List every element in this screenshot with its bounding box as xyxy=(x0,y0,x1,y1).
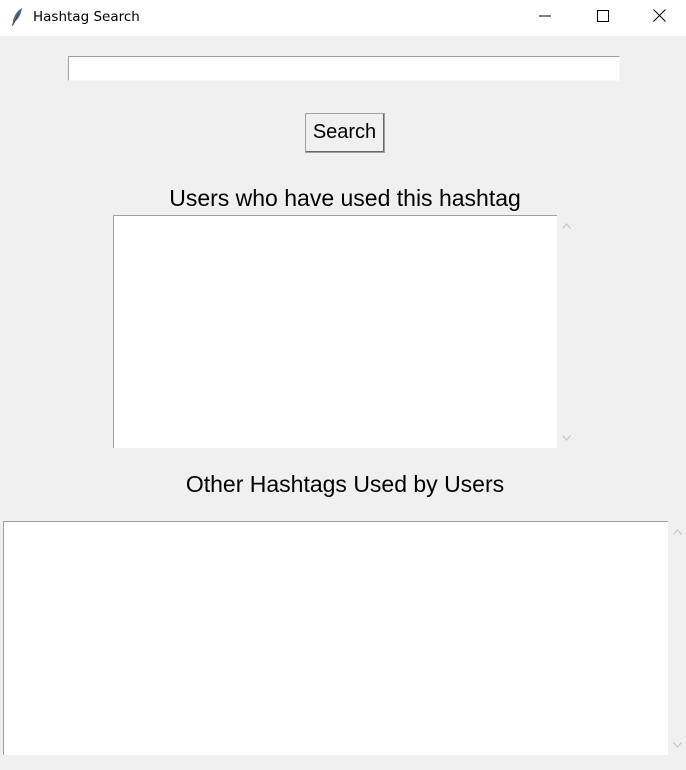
feather-icon xyxy=(10,7,24,27)
other-hashtags-scrollbar[interactable] xyxy=(669,521,686,755)
other-hashtags-section-label: Other Hashtags Used by Users xyxy=(185,471,505,497)
users-scrollbar[interactable] xyxy=(558,215,575,448)
maximize-icon xyxy=(597,9,609,27)
minimize-button[interactable] xyxy=(516,0,574,36)
minimize-icon xyxy=(539,9,551,27)
search-button[interactable]: Search xyxy=(305,113,385,153)
hashtag-search-input[interactable] xyxy=(68,56,620,81)
title-bar: Hashtag Search xyxy=(0,0,686,36)
scroll-up-arrow-icon[interactable] xyxy=(669,523,686,540)
close-icon xyxy=(652,9,666,27)
window-title: Hashtag Search xyxy=(33,9,140,25)
scroll-down-arrow-icon[interactable] xyxy=(558,429,575,446)
scroll-up-arrow-icon[interactable] xyxy=(558,217,575,234)
scroll-down-arrow-icon[interactable] xyxy=(669,736,686,753)
maximize-button[interactable] xyxy=(574,0,632,36)
users-section-label: Users who have used this hashtag xyxy=(169,185,521,211)
users-listbox[interactable] xyxy=(113,215,557,448)
close-button[interactable] xyxy=(632,0,686,36)
other-hashtags-listbox[interactable] xyxy=(3,521,668,755)
